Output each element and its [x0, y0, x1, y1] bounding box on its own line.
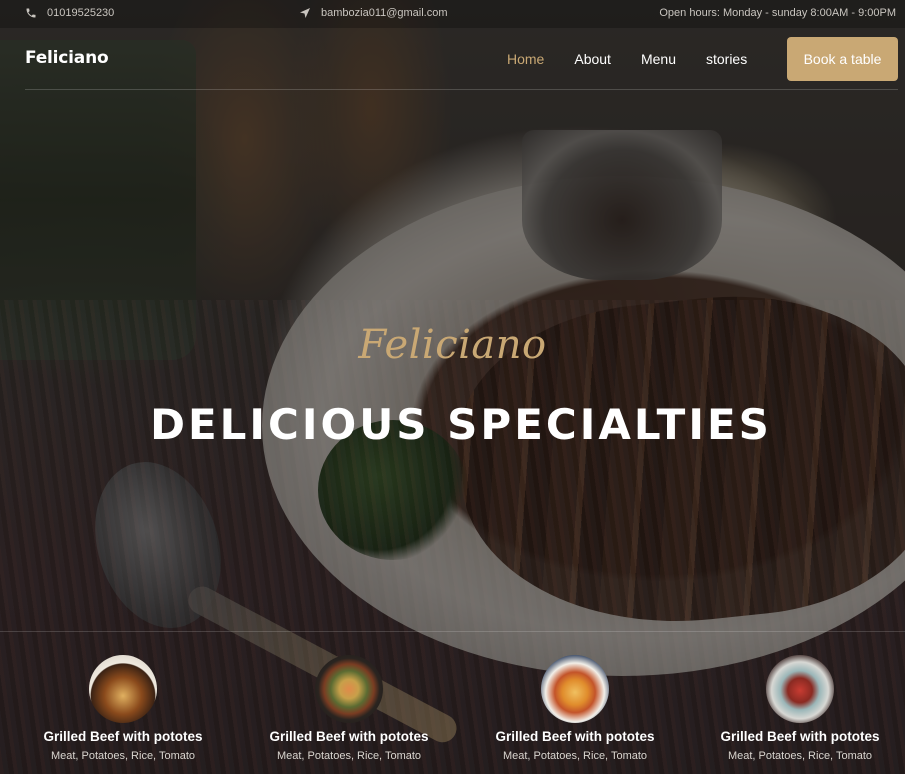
open-hours-text: Open hours: Monday - sunday 8:00AM - 9:0…	[659, 7, 896, 19]
phone-icon	[26, 8, 36, 18]
phone-number: 01019525230	[47, 7, 115, 19]
dish-card[interactable]: Grilled Beef with pototes Meat, Potatoes…	[10, 650, 236, 762]
nav-link-menu[interactable]: Menu	[641, 51, 676, 67]
dish-description: Meat, Potatoes, Rice, Tomato	[50, 750, 196, 762]
dish-card[interactable]: Grilled Beef with pototes Meat, Potatoes…	[236, 650, 462, 762]
featured-dishes: Grilled Beef with pototes Meat, Potatoes…	[0, 650, 905, 774]
hero-script-title: Feliciano	[358, 322, 547, 368]
dish-description: Meat, Potatoes, Rice, Tomato	[727, 750, 873, 762]
dish-thumbnail	[89, 655, 157, 723]
open-hours: Open hours: Monday - sunday 8:00AM - 9:0…	[659, 7, 896, 19]
top-info-bar: 01019525230 bambozia011@gmail.com Open h…	[0, 0, 905, 28]
dish-name: Grilled Beef with pototes	[43, 729, 203, 744]
nav-link-home[interactable]: Home	[507, 51, 544, 67]
brand-logo[interactable]: Feliciano	[25, 48, 109, 68]
dish-thumbnail	[541, 655, 609, 723]
phone-contact[interactable]: 01019525230	[25, 7, 114, 19]
dish-name: Grilled Beef with pototes	[269, 729, 429, 744]
nav-link-about[interactable]: About	[574, 51, 611, 67]
dish-name: Grilled Beef with pototes	[495, 729, 655, 744]
nav-link-stories[interactable]: stories	[706, 51, 747, 67]
email-address: bambozia011@gmail.com	[321, 7, 448, 19]
main-navbar: Feliciano Home About Menu stories Book a…	[25, 36, 898, 90]
dish-card[interactable]: Grilled Beef with pototes Meat, Potatoes…	[462, 650, 688, 762]
dish-thumbnail	[766, 655, 834, 723]
nav-links: Home About Menu stories	[507, 51, 777, 67]
dish-name: Grilled Beef with pototes	[720, 729, 880, 744]
email-contact[interactable]: bambozia011@gmail.com	[299, 7, 448, 19]
book-table-button[interactable]: Book a table	[787, 37, 898, 81]
dish-thumbnail	[315, 655, 383, 723]
paper-plane-icon	[300, 8, 310, 18]
dish-card[interactable]: Grilled Beef with pototes Meat, Potatoes…	[687, 650, 905, 762]
hero-title: DELICIOUS SPECIALTIES	[150, 400, 772, 449]
dish-description: Meat, Potatoes, Rice, Tomato	[502, 750, 648, 762]
dish-description: Meat, Potatoes, Rice, Tomato	[276, 750, 422, 762]
dishes-divider	[0, 631, 905, 632]
